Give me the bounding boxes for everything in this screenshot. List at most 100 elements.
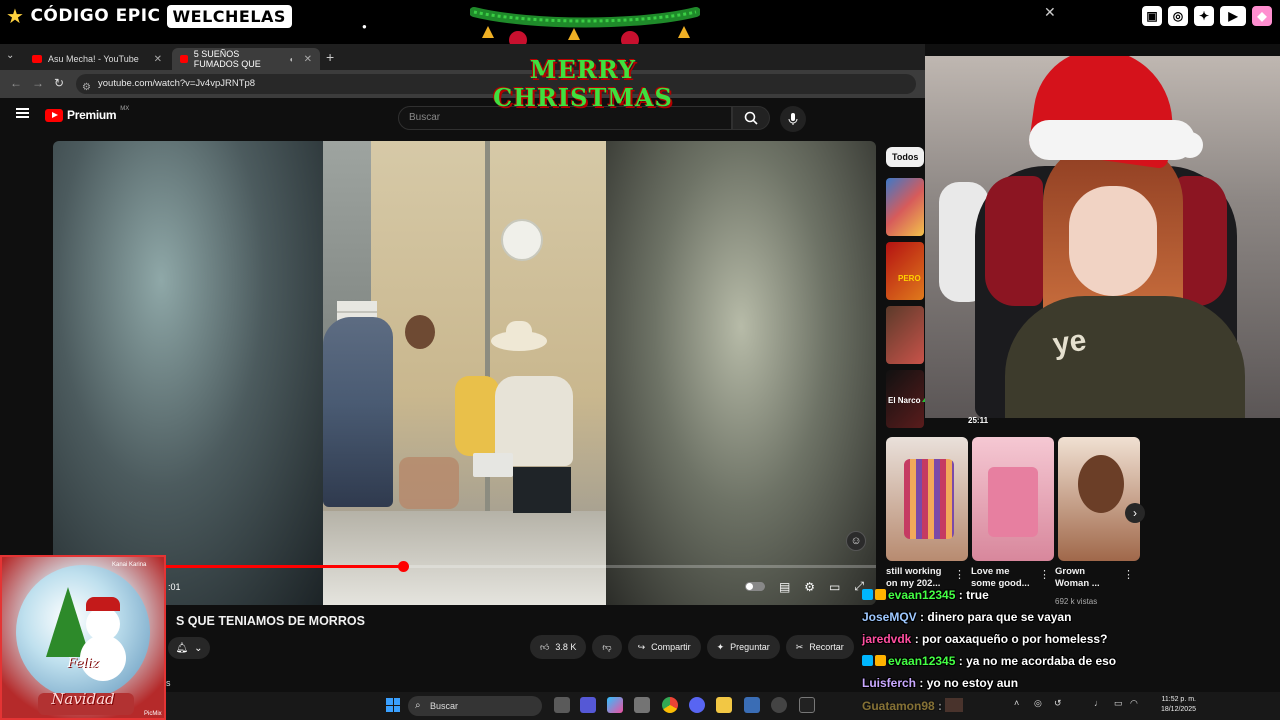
hoodie-print: ye [1050,323,1089,362]
snowman-hat [86,597,120,611]
voice-search-button[interactable] [780,106,806,132]
photos-icon[interactable] [744,697,760,713]
chat-text: por oaxaqueño o por homeless? [922,632,1108,646]
reload-icon[interactable]: ↻ [54,76,64,90]
greeting-line2: CHRISTMAS [493,83,673,112]
copilot-icon[interactable] [607,697,623,713]
tab-asu-mecha[interactable]: Asu Mecha! - YouTube ✕ [24,48,170,70]
clock-date: 18/12/2025 [1160,706,1196,713]
youtube-logo[interactable]: Premium MX [45,106,130,122]
settings-gear-icon[interactable]: ⚙ [804,580,815,594]
chat-text: yo no estoy aun [926,676,1019,690]
chat-separator: : [916,610,928,624]
more-options-icon[interactable]: ⋮ [1039,568,1050,581]
snowman-head [86,607,120,641]
face [1069,186,1157,296]
chat-username[interactable]: evaan12345 [888,588,955,602]
obs-icon[interactable] [771,697,787,713]
video-frame [323,141,606,605]
card-credit: Kanai Karina [112,562,147,568]
progress-bar[interactable] [53,561,876,572]
theater-mode-icon[interactable]: ▭ [829,580,840,594]
like-button[interactable]: 👍︎ 3.8 K [530,635,587,659]
search-button[interactable] [732,106,770,130]
close-tab-icon[interactable]: ✕ [154,54,162,65]
video-player[interactable]: ☺ ▤ ⚙ ▭ ⤢ [53,141,876,605]
teams-icon[interactable] [580,697,596,713]
chrome-icon[interactable] [662,697,678,713]
share-button[interactable]: ↪ Compartir [627,635,701,659]
region-code: MX [120,106,130,112]
close-tab-icon[interactable]: ✕ [304,54,312,65]
tray-app-icon[interactable]: ↺ [1054,698,1062,709]
youtube-favicon-icon [180,55,188,63]
short-title-line: Love me [971,566,1010,577]
snowflake-icon: ● [362,22,367,31]
greeting-line1: MERRY [529,55,637,84]
sponsor-banner: ★ CÓDIGO EPIC WELCHELAS [6,4,292,28]
progress-scrubber[interactable] [397,561,409,572]
speaker-icon[interactable]: ◖ [289,55,294,64]
menu-icon[interactable] [16,108,29,118]
related-thumbnail[interactable] [886,242,924,300]
chat-username[interactable]: jaredvdk [862,632,911,646]
chat-message: Luisferch : yo no estoy aun [862,676,1018,690]
related-thumbnail[interactable] [886,178,924,236]
taskbar-clock[interactable]: 11:52 p. m. 18/12/2025 [1146,695,1196,715]
like-count: 3.8 K [555,642,577,652]
sparkle-icon: ✕ [1044,4,1056,20]
short-title[interactable]: Grown Woman ... [1055,566,1100,590]
site-info-icon[interactable]: ⚙ [82,78,91,98]
filter-chip-all[interactable]: Todos [886,147,925,167]
youtube-icon: ▶ [1220,6,1246,26]
tab-search-icon[interactable]: ⌄ [6,50,14,61]
tab-current-video[interactable]: 5 SUEÑOS FUMADOS QUE ◖ ✕ [172,48,320,70]
short-thumbnail[interactable] [972,437,1054,561]
santa-hat-brim [1029,120,1195,160]
more-options-icon[interactable]: ⋮ [954,568,965,581]
tray-app-icon[interactable]: ◎ [1034,698,1042,709]
back-icon[interactable]: ← [10,76,22,90]
dislike-button[interactable]: 👎︎ [592,635,622,659]
ask-button[interactable]: ✦ Preguntar [706,635,780,659]
chat-username[interactable]: Luisferch [862,676,916,690]
more-options-icon[interactable]: ⋮ [1123,568,1134,581]
twitch-icon: ▣ [1142,6,1162,26]
chat-text: ya no me acordaba de eso [966,654,1117,668]
twitter-icon: ✦ [1194,6,1214,26]
short-title[interactable]: still working on my 202... [886,566,941,590]
settings-icon[interactable] [634,697,650,713]
tray-monitor-icon[interactable]: ▭ [1114,698,1123,709]
chat-message: JoseMQV : dinero para que se vayan [862,610,1071,624]
tab-bar: ⌄ Asu Mecha! - YouTube ✕ 5 SUEÑOS FUMADO… [0,44,925,70]
task-view-icon[interactable] [554,697,570,713]
tray-mic-icon[interactable]: ♩ [1094,698,1103,708]
discord-icon[interactable] [689,697,705,713]
chat-username[interactable]: JoseMQV [862,610,917,624]
taskbar-search[interactable]: ⌕ Buscar [408,696,542,716]
epic-games-icon[interactable] [799,697,815,713]
short-thumbnail[interactable] [886,437,968,561]
short-title[interactable]: Love me some good... [971,566,1030,590]
tray-wifi-icon[interactable]: ◠ [1130,698,1138,709]
forward-icon[interactable]: → [32,76,44,90]
windows-start-icon[interactable] [386,698,400,712]
new-tab-button[interactable]: + [326,49,334,65]
sparkle-icon: ✦ [716,641,725,652]
subtitles-icon[interactable]: ▤ [779,580,790,594]
tray-chevron-icon[interactable]: ˄ [1014,698,1019,708]
related-thumbnail[interactable] [886,306,924,364]
chat-username[interactable]: evaan12345 [888,654,955,668]
shorts-next-button[interactable]: › [1125,503,1145,523]
product-image [988,467,1038,537]
shopping-bags [399,457,459,509]
youtube-favicon-icon [32,55,42,63]
screen: ★ CÓDIGO EPIC WELCHELAS ● ✕ ▣ ◎ ✦ ▶ ◆ ME… [0,0,1280,720]
clip-button[interactable]: ✂ Recortar [785,635,854,659]
file-explorer-icon[interactable] [716,697,732,713]
autoplay-toggle[interactable] [744,582,765,591]
clock-time: 11:52 p. m. [1161,696,1196,703]
notifications-button[interactable]: 🔔︎ ⌄ [168,637,210,659]
clip-label: Recortar [809,642,844,652]
short-thumbnail[interactable] [1058,437,1140,561]
